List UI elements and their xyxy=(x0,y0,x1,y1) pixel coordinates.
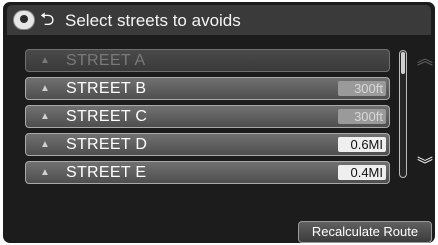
chevron-double-down-icon[interactable]: ︾ xyxy=(417,158,433,174)
header-bar: ⮌ Select streets to avoids xyxy=(7,5,431,35)
street-list: ▲ STREET A ▲ STREET B 300ft ▲ STREET C 3… xyxy=(25,49,390,189)
street-name: STREET C xyxy=(66,108,148,125)
recalculate-route-button[interactable]: Recalculate Route xyxy=(298,221,432,243)
street-name: STREET A xyxy=(66,52,146,69)
street-name: STREET E xyxy=(66,164,147,181)
street-distance: 0.4MI xyxy=(338,165,386,180)
road-icon: ▲ xyxy=(40,55,50,66)
return-icon[interactable]: ⮌ xyxy=(40,8,54,30)
street-distance: 300ft xyxy=(338,109,386,124)
street-distance: 0.6MI xyxy=(338,137,386,152)
road-icon: ▲ xyxy=(40,111,50,122)
chevron-double-up-icon[interactable]: ︽ xyxy=(417,52,433,68)
road-icon: ▲ xyxy=(40,83,50,94)
street-row-c[interactable]: ▲ STREET C 300ft xyxy=(25,105,390,128)
road-icon: ▲ xyxy=(40,167,50,178)
street-row-d[interactable]: ▲ STREET D 0.6MI xyxy=(25,133,390,156)
street-name: STREET B xyxy=(66,80,147,97)
page-title: Select streets to avoids xyxy=(65,11,241,30)
street-name: STREET D xyxy=(66,136,148,153)
back-button[interactable] xyxy=(13,10,35,30)
road-icon: ▲ xyxy=(40,139,50,150)
list-scrollbar[interactable] xyxy=(399,50,407,178)
street-row-b[interactable]: ▲ STREET B 300ft xyxy=(25,77,390,100)
scrollbar-thumb[interactable] xyxy=(401,52,405,74)
navigation-screen: ⮌ Select streets to avoids ▲ STREET A ▲ … xyxy=(3,2,435,243)
back-dot-icon xyxy=(20,15,28,23)
street-distance: 300ft xyxy=(338,81,386,96)
street-row-a[interactable]: ▲ STREET A xyxy=(25,49,390,72)
street-row-e[interactable]: ▲ STREET E 0.4MI xyxy=(25,161,390,184)
